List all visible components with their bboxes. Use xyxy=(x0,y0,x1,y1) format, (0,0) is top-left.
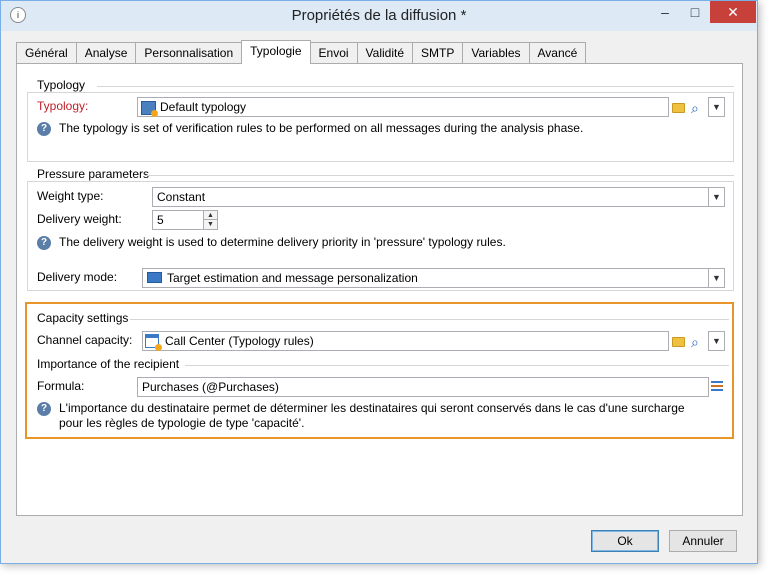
stepper-up-icon[interactable]: ▲ xyxy=(204,211,217,220)
tab-validite[interactable]: Validité xyxy=(356,42,414,64)
divider xyxy=(145,175,734,176)
typology-group-title: Typology xyxy=(37,78,86,92)
expression-editor-icon[interactable] xyxy=(711,381,723,391)
tab-envoi[interactable]: Envoi xyxy=(309,42,358,64)
calendar-icon xyxy=(145,334,162,351)
pressure-group-title: Pressure parameters xyxy=(37,167,150,181)
typology-label: Typology: xyxy=(37,99,89,113)
help-icon: ? xyxy=(37,236,51,250)
tab-general[interactable]: Général xyxy=(16,42,77,64)
envelope-icon xyxy=(147,272,162,283)
dialog-window: i Propriétés de la diffusion * – □ ✕ Gén… xyxy=(0,0,758,564)
search-icon[interactable]: ⌕ xyxy=(691,335,705,349)
capacity-group-title: Capacity settings xyxy=(37,311,129,325)
title-bar: i Propriétés de la diffusion * – □ ✕ xyxy=(1,1,757,31)
typology-info-text: The typology is set of verification rule… xyxy=(59,121,584,135)
channel-capacity-label: Channel capacity: xyxy=(37,333,133,347)
search-icon[interactable]: ⌕ xyxy=(691,101,705,115)
divider xyxy=(130,319,729,320)
tab-smtp[interactable]: SMTP xyxy=(412,42,464,64)
delivery-weight-input[interactable]: 5 xyxy=(152,210,204,230)
delivery-mode-label: Delivery mode: xyxy=(37,270,118,284)
tab-analyse[interactable]: Analyse xyxy=(75,42,137,64)
tab-bar: Général Analyse Personnalisation Typolog… xyxy=(16,40,587,64)
window-title: Propriétés de la diffusion * xyxy=(291,7,467,24)
delivery-weight-label: Delivery weight: xyxy=(37,212,122,226)
weight-type-select[interactable]: Constant xyxy=(152,187,709,207)
close-button[interactable]: ✕ xyxy=(710,1,756,23)
typology-icon xyxy=(141,101,158,117)
capacity-info-line2: pour les règles de typologie de type 'ca… xyxy=(59,416,305,430)
pressure-info-text: The delivery weight is used to determine… xyxy=(59,235,506,249)
channel-capacity-field[interactable]: Call Center (Typology rules) xyxy=(142,331,669,351)
tab-variables[interactable]: Variables xyxy=(462,42,530,64)
ok-button[interactable]: Ok xyxy=(591,530,659,552)
formula-label: Formula: xyxy=(37,379,85,393)
weight-type-dropdown-arrow[interactable]: ▼ xyxy=(708,187,725,207)
minimize-button[interactable]: – xyxy=(651,1,679,23)
stepper-down-icon[interactable]: ▼ xyxy=(204,220,217,229)
weight-type-label: Weight type: xyxy=(37,189,104,203)
delivery-mode-dropdown-arrow[interactable]: ▼ xyxy=(708,268,725,288)
maximize-button[interactable]: □ xyxy=(681,1,709,23)
typology-dropdown-arrow[interactable]: ▼ xyxy=(708,97,725,117)
tab-panel-typologie: Typology Typology: Default typology ⌕ ▼ … xyxy=(16,63,743,516)
delivery-mode-select[interactable]: Target estimation and message personaliz… xyxy=(142,268,709,288)
formula-input[interactable]: Purchases (@Purchases) xyxy=(137,377,709,397)
channel-capacity-dropdown-arrow[interactable]: ▼ xyxy=(708,331,725,351)
tab-typologie[interactable]: Typologie xyxy=(241,40,311,64)
cancel-button[interactable]: Annuler xyxy=(669,530,737,552)
typology-field[interactable]: Default typology xyxy=(137,97,669,117)
divider xyxy=(185,365,729,366)
importance-subtitle: Importance of the recipient xyxy=(37,357,180,371)
divider xyxy=(97,86,734,87)
folder-icon[interactable] xyxy=(672,103,685,113)
tab-personnalisation[interactable]: Personnalisation xyxy=(135,42,243,64)
folder-icon[interactable] xyxy=(672,337,685,347)
delivery-weight-stepper[interactable]: ▲ ▼ xyxy=(203,210,218,230)
help-icon: ? xyxy=(37,122,51,136)
tab-avance[interactable]: Avancé xyxy=(528,42,587,64)
capacity-info-line1: L'importance du destinataire permet de d… xyxy=(59,401,685,415)
help-icon: ? xyxy=(37,402,51,416)
